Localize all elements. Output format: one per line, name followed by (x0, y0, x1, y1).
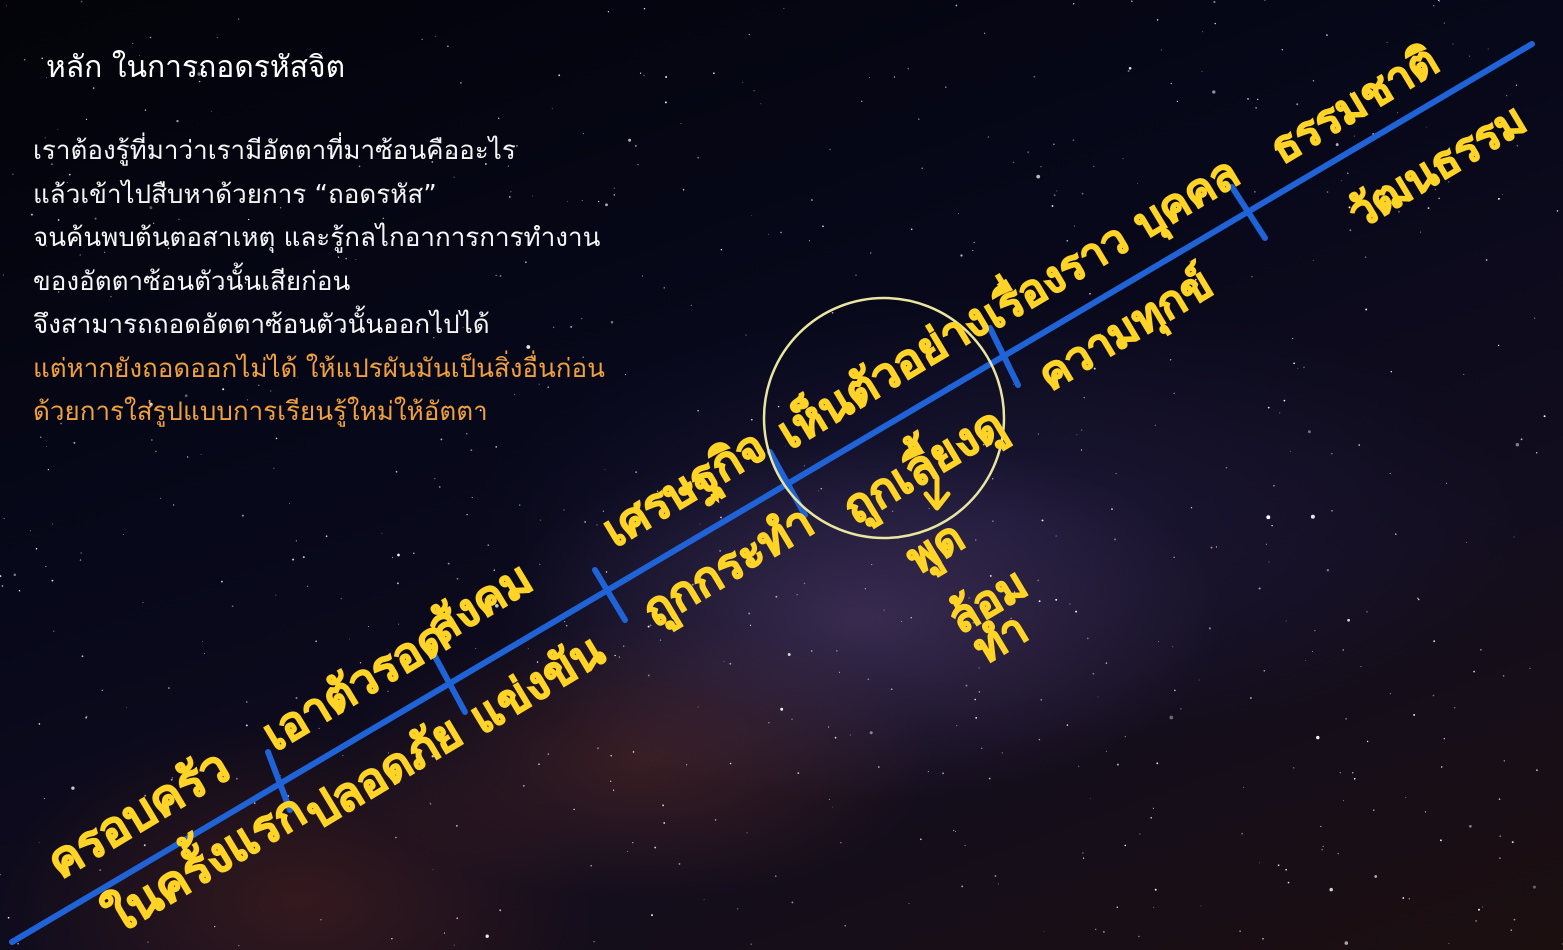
body-line: ของอัตตาซ้อนตัวนั้นเสียก่อน (33, 266, 351, 297)
body-line: จึงสามารถถอดอัตตาซ้อนตัวนั้นออกไปได้ (33, 310, 490, 340)
label-competition: แข่งขัน (460, 622, 614, 744)
body-line-highlight: แต่หากยังถอดออกไม่ได้ ให้แปรผันมันเป็นสิ… (33, 353, 605, 384)
body-line: เราต้องรู้ที่มาว่าเรามีอัตตาที่มาซ้อนคือ… (33, 136, 516, 166)
body-line-highlight: ด้วยการใส่รูปแบบการเรียนรู้ใหม่ให้อัตตา (33, 397, 488, 427)
slide-canvas: ครอบครัว เอาตัวรอด สังคม เศรษฐกิจ เห็นตั… (0, 0, 1563, 950)
slide-body: เราต้องรู้ที่มาว่าเรามีอัตตาที่มาซ้อนคือ… (33, 130, 605, 435)
label-speak: พูด (897, 511, 973, 585)
slide-title: หลัก ในการถอดรหัสจิต (46, 50, 346, 85)
body-line: แล้วเข้าไปสืบหาด้วยการ “ถอดรหัส” (33, 179, 437, 210)
body-line: จนค้นพบต้นตอสาเหตุ และรู้กลไกอาการการทำง… (33, 223, 601, 253)
